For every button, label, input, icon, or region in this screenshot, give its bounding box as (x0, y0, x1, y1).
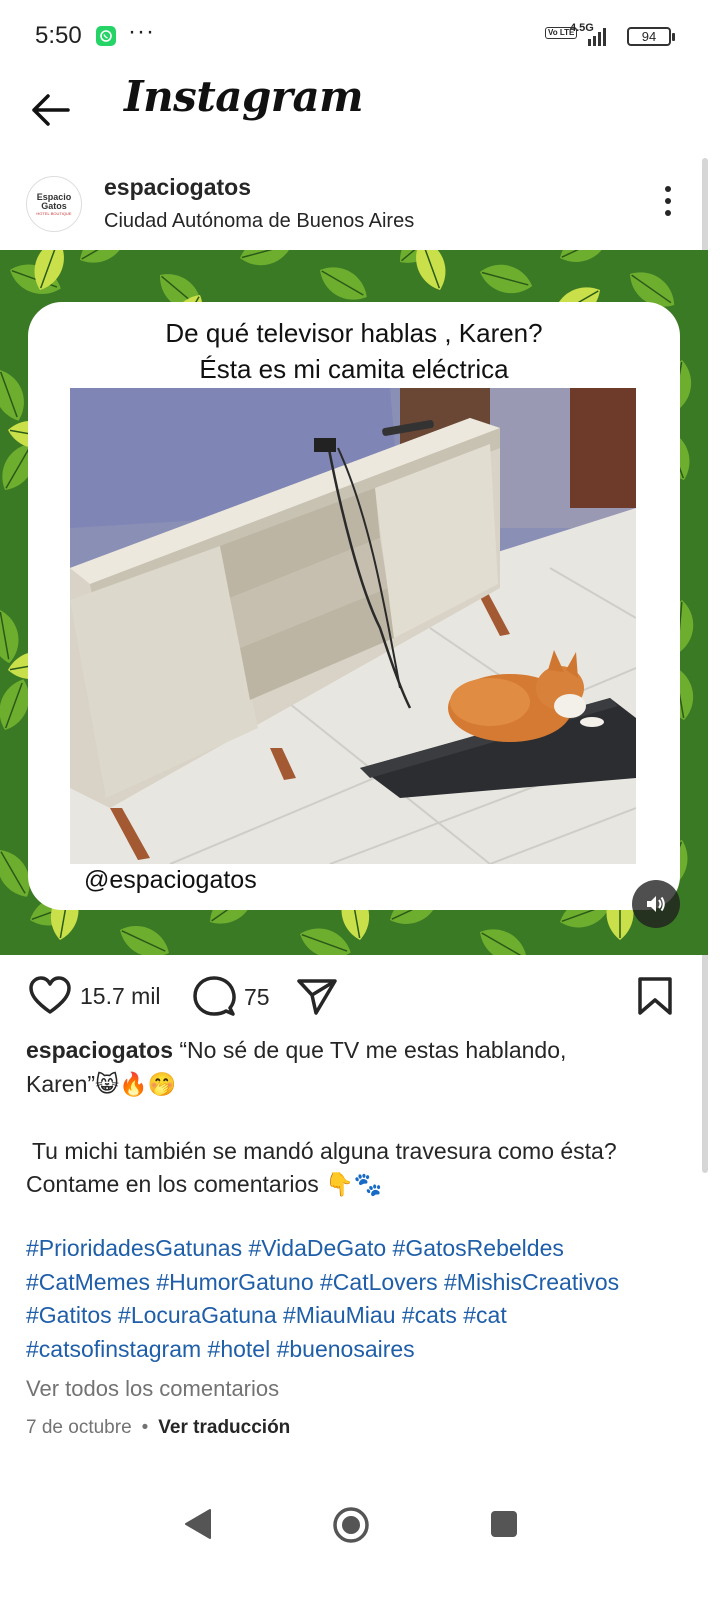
whatsapp-notification-icon (96, 26, 116, 46)
nav-home-icon[interactable] (332, 1506, 370, 1544)
more-notifications-icon: ··· (128, 18, 155, 45)
system-nav-bar (0, 1490, 720, 1570)
comment-count[interactable]: 75 (244, 984, 270, 1011)
avatar-text-2: Gatos (41, 200, 67, 211)
instagram-logo: Instagram (124, 72, 364, 121)
comment-icon (193, 976, 236, 1016)
caption-username[interactable]: espaciogatos (26, 1037, 173, 1063)
share-icon (297, 979, 337, 1015)
meta-separator: • (141, 1417, 149, 1438)
meme-card: De qué televisor hablas , Karen? Ésta es… (28, 302, 680, 910)
share-button[interactable] (296, 978, 338, 1016)
signal-icon (588, 28, 606, 46)
hashtags-line-1[interactable]: #PrioridadesGatunas #VidaDeGato #GatosRe… (26, 1232, 696, 1266)
hashtags: #PrioridadesGatunas #VidaDeGato #GatosRe… (26, 1232, 696, 1366)
battery-icon: 94 (627, 27, 675, 46)
post-header: Espacio Gatos HOTEL BOUTIQUE espaciogato… (0, 162, 720, 248)
view-all-comments-link[interactable]: Ver todos los comentarios (26, 1376, 279, 1402)
post-username[interactable]: espaciogatos (104, 174, 251, 201)
meme-caption-line-2: Ésta es mi camita eléctrica (199, 354, 509, 384)
post-media[interactable]: De qué televisor hablas , Karen? Ésta es… (0, 250, 708, 955)
watermark: @espaciogatos (84, 866, 257, 894)
translate-link[interactable]: Ver traducción (158, 1417, 290, 1439)
caption-text-1: “No sé de que TV me estas hablando, (179, 1037, 567, 1063)
hashtags-line-3[interactable]: #Gatitos #LocuraGatuna #MiauMiau #cats #… (26, 1299, 696, 1333)
caption-line-2: Karen”😸🔥🤭 (26, 1070, 177, 1097)
caption-line-4: Contame en los comentarios 👇🐾 (26, 1171, 383, 1197)
bookmark-icon (638, 977, 672, 1015)
post-meta: 7 de octubre • Ver traducción (26, 1417, 290, 1439)
cat-tv-stand-photo (70, 388, 636, 864)
avatar[interactable]: Espacio Gatos HOTEL BOUTIQUE (26, 176, 82, 232)
meme-caption-line-1: De qué televisor hablas , Karen? (165, 318, 543, 348)
like-button[interactable]: 15.7 mil (28, 976, 161, 1016)
post-actions: 15.7 mil 75 (0, 968, 720, 1028)
like-count[interactable]: 15.7 mil (80, 983, 161, 1010)
caption-line-1: espaciogatos “No sé de que TV me estas h… (26, 1034, 686, 1068)
status-time: 5:50 (35, 22, 82, 49)
avatar-text-3: HOTEL BOUTIQUE (36, 210, 72, 216)
post-caption: espaciogatos “No sé de que TV me estas h… (26, 1034, 686, 1202)
post-date: 7 de octubre (26, 1417, 132, 1438)
hashtags-line-4[interactable]: #catsofinstagram #hotel #buenosaires (26, 1333, 696, 1367)
nav-back-icon[interactable] (184, 1508, 212, 1540)
caption-line-3: Tu michi también se mandó alguna travesu… (26, 1137, 617, 1164)
status-bar: 5:50 ··· Vo LTE 4.5G 94 (0, 0, 720, 72)
meme-photo (70, 388, 636, 864)
heart-icon (29, 976, 71, 1014)
app-header: Instagram (0, 72, 720, 148)
more-options-icon[interactable] (664, 186, 672, 218)
post-location[interactable]: Ciudad Autónoma de Buenos Aires (104, 210, 414, 233)
hashtags-line-2[interactable]: #CatMemes #HumorGatuno #CatLovers #Mishi… (26, 1266, 696, 1300)
save-button[interactable] (636, 976, 674, 1016)
back-arrow-icon[interactable] (28, 90, 72, 130)
sound-toggle-icon[interactable] (632, 880, 680, 928)
nav-recents-icon[interactable] (490, 1510, 518, 1538)
comment-button[interactable]: 75 (192, 976, 270, 1018)
